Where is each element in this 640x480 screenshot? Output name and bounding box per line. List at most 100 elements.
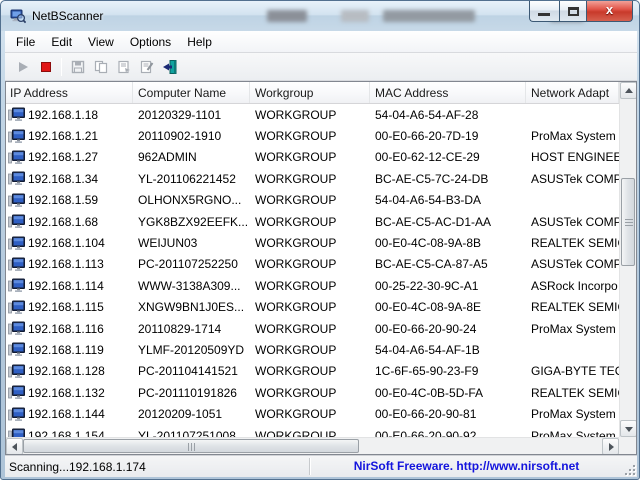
cell-computer-name: YGK8BZX92EEFK... — [133, 215, 250, 229]
table-row[interactable]: 192.168.1.104 WEIJUN03 WORKGROUP 00-E0-4… — [6, 232, 619, 253]
table-row[interactable]: 192.168.1.113 PC-201107252250 WORKGROUP … — [6, 254, 619, 275]
cell-computer-name: 962ADMIN — [133, 150, 250, 164]
cell-computer-name: 20110902-1910 — [133, 129, 250, 143]
table-body: 192.168.1.18 20120329-1101 WORKGROUP 54-… — [6, 104, 619, 439]
computer-icon — [8, 129, 25, 144]
column-header-ip-address[interactable]: IP Address — [6, 82, 133, 103]
cell-network-adapter: ASUSTek COMP — [526, 215, 619, 229]
menu-item-view[interactable]: View — [80, 32, 122, 52]
save-icon — [70, 59, 86, 75]
computer-icon — [8, 214, 25, 229]
title-bar[interactable]: NetBScanner x — [1, 1, 639, 31]
computer-icon — [8, 150, 25, 165]
menu-item-file[interactable]: File — [8, 32, 43, 52]
cell-mac-address: 00-25-22-30-9C-A1 — [370, 279, 526, 293]
cell-network-adapter: ASUSTek COMP — [526, 172, 619, 186]
redacted-text — [341, 10, 369, 22]
thumb-grip — [191, 443, 192, 451]
cell-network-adapter: REALTEK SEMIC — [526, 236, 619, 250]
table-row[interactable]: 192.168.1.59 OLHONX5RGNO... WORKGROUP 54… — [6, 190, 619, 211]
window-controls: x — [529, 1, 633, 22]
cell-workgroup: WORKGROUP — [250, 172, 370, 186]
computer-icon — [8, 300, 25, 315]
cell-network-adapter: REALTEK SEMIC — [526, 300, 619, 314]
resize-grip[interactable] — [623, 463, 635, 475]
arrow-right-icon — [609, 443, 614, 451]
redacted-text — [383, 10, 475, 22]
table-row[interactable]: 192.168.1.144 20120209-1051 WORKGROUP 00… — [6, 403, 619, 424]
column-header-workgroup[interactable]: Workgroup — [250, 82, 370, 103]
cell-computer-name: WWW-3138A309... — [133, 279, 250, 293]
close-button[interactable]: x — [587, 1, 633, 22]
cell-ip-address: 192.168.1.119 — [28, 343, 104, 357]
cell-ip-address: 192.168.1.144 — [28, 407, 105, 421]
save-button[interactable] — [66, 56, 89, 78]
cell-workgroup: WORKGROUP — [250, 279, 370, 293]
vertical-scrollbar[interactable] — [619, 82, 636, 437]
cell-ip-address: 192.168.1.68 — [28, 215, 98, 229]
cell-ip-address: 192.168.1.115 — [28, 300, 104, 314]
exit-button[interactable] — [158, 56, 181, 78]
properties-button[interactable] — [112, 56, 135, 78]
cell-computer-name: XNGW9BN1J0ES... — [133, 300, 250, 314]
report-button[interactable] — [135, 56, 158, 78]
computer-icon — [8, 321, 25, 336]
column-header-computer-name[interactable]: Computer Name — [133, 82, 250, 103]
vertical-scroll-thumb[interactable] — [621, 178, 635, 266]
cell-workgroup: WORKGROUP — [250, 257, 370, 271]
table-row[interactable]: 192.168.1.34 YL-201106221452 WORKGROUP B… — [6, 168, 619, 189]
stop-scan-button[interactable] — [34, 56, 57, 78]
maximize-button[interactable] — [559, 1, 587, 22]
thumb-grip — [625, 222, 633, 223]
cell-ip-address: 192.168.1.132 — [28, 386, 105, 400]
scroll-right-button[interactable] — [602, 438, 619, 454]
column-header-network-adapter[interactable]: Network Adapt — [526, 82, 619, 103]
table-row[interactable]: 192.168.1.116 20110829-1714 WORKGROUP 00… — [6, 318, 619, 339]
minimize-button[interactable] — [529, 1, 559, 22]
cell-workgroup: WORKGROUP — [250, 322, 370, 336]
column-header-mac-address[interactable]: MAC Address — [370, 82, 526, 103]
window-title: NetBScanner — [32, 9, 103, 23]
report-icon — [139, 59, 155, 75]
cell-workgroup: WORKGROUP — [250, 193, 370, 207]
table-row[interactable]: 192.168.1.21 20110902-1910 WORKGROUP 00-… — [6, 125, 619, 146]
menu-item-edit[interactable]: Edit — [43, 32, 80, 52]
table-row[interactable]: 192.168.1.27 962ADMIN WORKGROUP 00-E0-62… — [6, 147, 619, 168]
cell-ip-address: 192.168.1.21 — [28, 129, 98, 143]
computer-icon — [8, 278, 25, 293]
computer-icon — [8, 385, 25, 400]
horizontal-scroll-thumb[interactable] — [23, 439, 359, 453]
cell-mac-address: 00-E0-66-20-90-81 — [370, 407, 526, 421]
exit-icon — [162, 59, 178, 75]
scroll-up-button[interactable] — [620, 82, 636, 99]
cell-computer-name: YLMF-20120509YD — [133, 343, 250, 357]
toolbar — [5, 53, 637, 81]
menu-item-help[interactable]: Help — [179, 32, 220, 52]
horizontal-scrollbar[interactable] — [6, 437, 619, 454]
start-scan-button[interactable] — [11, 56, 34, 78]
cell-workgroup: WORKGROUP — [250, 108, 370, 122]
cell-workgroup: WORKGROUP — [250, 386, 370, 400]
app-window: NetBScanner x File Edit View Options Hel… — [0, 0, 640, 480]
table-row[interactable]: 192.168.1.119 YLMF-20120509YD WORKGROUP … — [6, 339, 619, 360]
cell-mac-address: 00-E0-66-20-90-24 — [370, 322, 526, 336]
scroll-left-button[interactable] — [6, 438, 23, 454]
table-row[interactable]: 192.168.1.68 YGK8BZX92EEFK... WORKGROUP … — [6, 211, 619, 232]
nirsoft-freeware-link[interactable]: NirSoft Freeware. http://www.nirsoft.net — [310, 459, 623, 473]
table-row[interactable]: 192.168.1.128 PC-201104141521 WORKGROUP … — [6, 361, 619, 382]
table-row[interactable]: 192.168.1.114 WWW-3138A309... WORKGROUP … — [6, 275, 619, 296]
computer-icon — [8, 171, 25, 186]
cell-mac-address: 00-E0-4C-0B-5D-FA — [370, 386, 526, 400]
cell-network-adapter: ProMax System — [526, 129, 619, 143]
table-row[interactable]: 192.168.1.132 PC-201110191826 WORKGROUP … — [6, 382, 619, 403]
table-row[interactable]: 192.168.1.18 20120329-1101 WORKGROUP 54-… — [6, 104, 619, 125]
cell-network-adapter: REALTEK SEMIC — [526, 386, 619, 400]
cell-ip-address: 192.168.1.34 — [28, 172, 98, 186]
menu-item-options[interactable]: Options — [122, 32, 179, 52]
copy-button[interactable] — [89, 56, 112, 78]
table-row[interactable]: 192.168.1.115 XNGW9BN1J0ES... WORKGROUP … — [6, 297, 619, 318]
scroll-down-button[interactable] — [620, 420, 636, 437]
redacted-text — [267, 10, 307, 22]
app-logo-icon — [10, 8, 26, 24]
cell-computer-name: PC-201110191826 — [133, 386, 250, 400]
